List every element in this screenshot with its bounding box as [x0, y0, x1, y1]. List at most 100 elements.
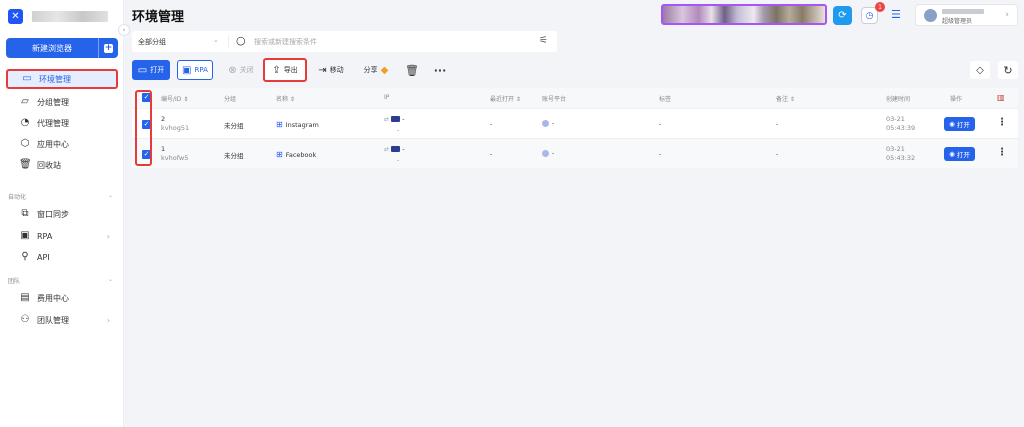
- chevron-down-icon[interactable]: ⌄: [213, 36, 219, 44]
- open-label: 打开: [150, 66, 165, 74]
- rpa-label: RPA: [194, 66, 208, 74]
- windows-icon: ⊞: [276, 150, 283, 159]
- refresh-button[interactable]: ↻: [998, 61, 1018, 79]
- chrome-icon: ◉: [949, 150, 955, 158]
- proxy-icon: ◔: [20, 117, 30, 128]
- tag-icon: ◇: [976, 64, 984, 76]
- checkbox-highlight: [135, 90, 152, 166]
- table-row[interactable]: ✓ 1 kvhofw5 未分组 ⊞ Facebook ⇄ - - - - - - …: [132, 138, 1018, 168]
- sidebar-item-apps[interactable]: ⬡ 应用中心: [6, 134, 118, 154]
- team-icon: ⚇: [20, 314, 30, 325]
- chevron-right-icon: ›: [1005, 10, 1009, 20]
- row-last-open: -: [490, 120, 493, 128]
- col-created: 创建时间: [886, 96, 911, 103]
- clock-icon: ◷: [865, 10, 874, 21]
- row-last-open: -: [490, 150, 493, 158]
- table-header: ✓ 编号/ID ⇕ 分组 名称 ⇕ IP 最近打开 ⇕ 账号平台 标签 备注 ⇕…: [132, 88, 1018, 108]
- new-browser-button[interactable]: 新建浏览器 +: [6, 38, 118, 58]
- filter-bar: 全部分组 ⌄ ○ ⚟: [132, 31, 557, 52]
- delete-button[interactable]: 🗑: [404, 60, 420, 80]
- add-icon[interactable]: +: [98, 38, 118, 58]
- move-icon: ⇥: [318, 64, 327, 76]
- team-group-title[interactable]: 团队 ⌄: [8, 276, 113, 285]
- flag-icon: [391, 146, 401, 152]
- chevron-right-icon: ›: [106, 315, 110, 325]
- tag-button[interactable]: ◇: [970, 61, 990, 79]
- environment-table: ✓ 编号/ID ⇕ 分组 名称 ⇕ IP 最近打开 ⇕ 账号平台 标签 备注 ⇕…: [132, 88, 1018, 168]
- automation-group-title[interactable]: 自动化 ⌄: [8, 192, 113, 201]
- task-list-icon[interactable]: ☰: [891, 8, 901, 21]
- rpa-icon: ▣: [182, 64, 192, 76]
- user-menu[interactable]: 超级管理员 ›: [915, 4, 1018, 26]
- sidebar-item-api[interactable]: ⚲ API: [6, 247, 118, 267]
- export-button[interactable]: ⇪ 导出: [263, 58, 307, 82]
- sync-icon: ⟳: [838, 10, 847, 21]
- open-button[interactable]: ▭ 打开: [132, 60, 170, 80]
- close-button[interactable]: ⊗ 关闭: [224, 60, 258, 80]
- row-id: kvhog51: [161, 124, 190, 132]
- row-name-label: Facebook: [285, 151, 317, 159]
- col-remark[interactable]: 备注 ⇕: [776, 94, 795, 103]
- search-input[interactable]: [254, 35, 524, 48]
- col-group: 分组: [224, 96, 237, 103]
- sidebar-item-rpa[interactable]: ▣ RPA ›: [6, 226, 118, 246]
- group-title-label: 团队: [8, 278, 21, 285]
- sidebar-item-label: 分组管理: [37, 97, 69, 107]
- sidebar-item-label: 窗口同步: [37, 209, 69, 219]
- row-id: kvhofw5: [161, 154, 189, 162]
- rpa-button[interactable]: ▣ RPA: [177, 60, 213, 80]
- row-platform-value: -: [552, 119, 555, 127]
- refresh-sync-button[interactable]: ⟳: [833, 6, 852, 25]
- sidebar-item-team[interactable]: ⚇ 团队管理 ›: [6, 310, 118, 330]
- column-settings-icon[interactable]: ▥: [997, 93, 1005, 102]
- row-remark: -: [776, 120, 779, 128]
- filter-settings-icon[interactable]: ⚟: [539, 35, 548, 46]
- sidebar-item-label: 回收站: [37, 160, 61, 170]
- collapse-sidebar-button[interactable]: ‹: [118, 24, 130, 36]
- row-ip: ⇄ -: [384, 115, 405, 123]
- sidebar-item-recycle[interactable]: 🗑 回收站: [6, 155, 118, 175]
- row-name[interactable]: ⊞ Facebook: [276, 150, 316, 159]
- sidebar-item-window-sync[interactable]: ⧉ 窗口同步: [6, 204, 118, 224]
- group-select[interactable]: 全部分组: [138, 37, 166, 47]
- row-ip-sub: -: [397, 126, 400, 134]
- sidebar-item-environment[interactable]: ▭ 环境管理: [6, 69, 118, 89]
- row-name[interactable]: ⊞ Instagram: [276, 120, 319, 129]
- col-last-open[interactable]: 最近打开 ⇕: [490, 94, 521, 103]
- user-role: 超级管理员: [942, 18, 973, 25]
- trash-icon: 🗑: [19, 159, 32, 170]
- row-open-button[interactable]: ◉ 打开: [944, 147, 975, 161]
- move-button[interactable]: ⇥ 移动: [315, 60, 347, 80]
- more-icon: ···: [433, 63, 447, 77]
- sidebar-item-billing[interactable]: ▤ 费用中心: [6, 288, 118, 308]
- share-button[interactable]: 分享 ◆: [358, 60, 394, 80]
- row-platform-value: -: [552, 149, 555, 157]
- row-date: 03-21: [886, 115, 905, 123]
- row-open-button[interactable]: ◉ 打开: [944, 117, 975, 131]
- chevron-right-icon: ›: [106, 231, 110, 241]
- row-open-label: 打开: [956, 151, 970, 159]
- row-remark: -: [776, 150, 779, 158]
- move-label: 移动: [329, 66, 344, 74]
- sidebar-item-groups[interactable]: ▱ 分组管理: [6, 92, 118, 112]
- ip-type-icon: ⇄: [384, 116, 390, 123]
- more-button[interactable]: ···: [430, 60, 450, 80]
- sidebar-item-label: 代理管理: [37, 118, 69, 128]
- sidebar-item-label: 应用中心: [37, 139, 69, 149]
- chrome-icon: ◉: [949, 120, 955, 128]
- row-ip-sub: -: [397, 156, 400, 164]
- windows-icon: ⊞: [276, 120, 283, 129]
- row-more-icon[interactable]: ⋮: [997, 117, 1007, 128]
- new-browser-label[interactable]: 新建浏览器: [6, 38, 98, 58]
- sidebar-item-label: API: [37, 252, 50, 262]
- export-label: 导出: [283, 66, 298, 74]
- row-more-icon[interactable]: ⋮: [997, 147, 1007, 158]
- divider: [228, 35, 229, 48]
- sidebar: ✕ 新建浏览器 + ▭ 环境管理 ▱ 分组管理 ◔ 代理管理 ⬡ 应用中心 🗑 …: [0, 0, 124, 427]
- table-row[interactable]: ✓ 2 kvhog51 未分组 ⊞ Instagram ⇄ - - - - - -…: [132, 108, 1018, 138]
- col-id[interactable]: 编号/ID ⇕: [161, 94, 188, 103]
- row-number: 2: [161, 115, 166, 123]
- sidebar-item-proxy[interactable]: ◔ 代理管理: [6, 113, 118, 133]
- col-name[interactable]: 名称 ⇕: [276, 94, 295, 103]
- promo-banner-blurred[interactable]: [661, 4, 827, 25]
